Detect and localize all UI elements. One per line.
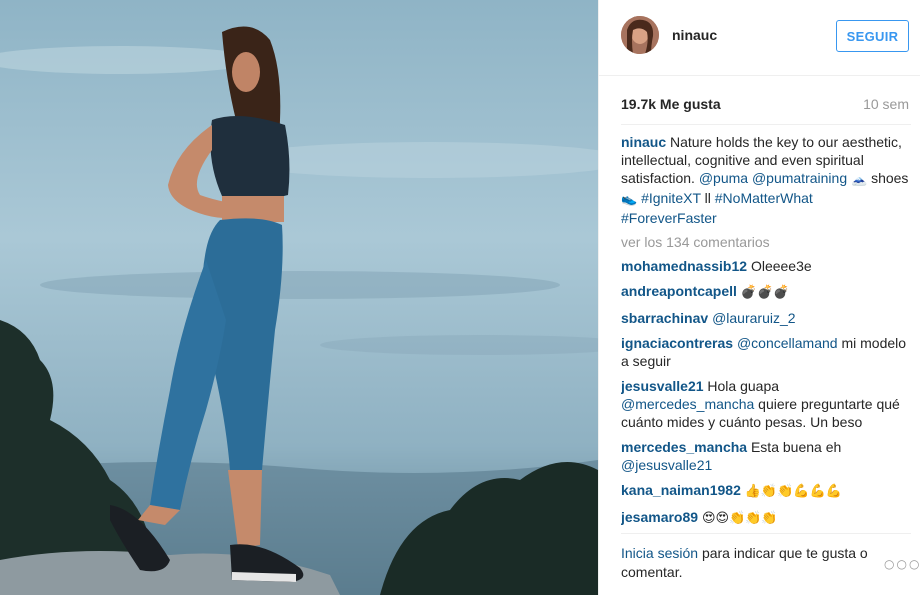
likes-count[interactable]: 19.7k Me gusta xyxy=(621,96,721,112)
comment-text: Oleeee3e xyxy=(750,258,812,274)
comment-username[interactable]: kana_naiman1982 xyxy=(621,482,741,498)
post-side-panel: ninauc SEGUIR 19.7k Me gusta 10 sem nina… xyxy=(598,0,920,595)
login-prompt: Inicia sesión para indicar que te gusta … xyxy=(621,544,876,582)
clap-emoji-icon: 👍👏👏💪💪💪 xyxy=(744,484,842,499)
hashtag-nomatterwhat[interactable]: #NoMatterWhat xyxy=(715,190,813,206)
header-username[interactable]: ninauc xyxy=(672,27,717,43)
comment: sbarrachinav @lauraruiz_2 xyxy=(621,309,911,327)
photo-illustration xyxy=(0,0,598,595)
comment-username[interactable]: sbarrachinav xyxy=(621,310,708,326)
divider xyxy=(621,124,911,125)
comment-mention[interactable]: @jesusvalle21 xyxy=(621,457,712,473)
bomb-emoji-icon: 💣💣💣 xyxy=(740,285,790,300)
post-dialog: ninauc SEGUIR 19.7k Me gusta 10 sem nina… xyxy=(0,0,920,595)
comment-mention[interactable]: @lauraruiz_2 xyxy=(712,310,795,326)
comment: kana_naiman1982 👍👏👏💪💪💪 xyxy=(621,481,911,501)
comment-username[interactable]: mohamednassib12 xyxy=(621,258,747,274)
comment: jesusvalle21 Hola guapa @mercedes_mancha… xyxy=(621,377,911,431)
post-stats: 19.7k Me gusta 10 sem xyxy=(621,96,911,116)
comment: mohamednassib12 Oleeee3e xyxy=(621,257,911,275)
caption: ninauc Nature holds the key to our aesth… xyxy=(621,133,911,227)
comment: jesamaro89 😍😍👏👏👏 xyxy=(621,508,911,526)
caption-shoes-word: shoes xyxy=(871,170,909,186)
divider xyxy=(621,533,911,534)
comment-username[interactable]: jesusvalle21 xyxy=(621,378,704,394)
avatar[interactable] xyxy=(621,16,659,54)
hashtag-ignitext[interactable]: #IgniteXT xyxy=(641,190,701,206)
login-link[interactable]: Inicia sesión xyxy=(621,545,698,561)
hashtag-foreverfaster[interactable]: #ForeverFaster xyxy=(621,210,717,226)
shoe-emoji-icon: 👟 xyxy=(621,192,638,207)
comment-username[interactable]: mercedes_mancha xyxy=(621,439,747,455)
comment: ignaciacontreras @concellamand mi modelo… xyxy=(621,334,911,370)
post-photo[interactable] xyxy=(0,0,598,595)
mountain-emoji-icon: 🗻 xyxy=(851,172,868,187)
comment-mention[interactable]: @mercedes_mancha xyxy=(621,396,754,412)
heart-eyes-emoji-icon: 😍😍👏👏👏 xyxy=(701,511,778,526)
post-time[interactable]: 10 sem xyxy=(863,96,909,112)
post-header: ninauc SEGUIR xyxy=(599,0,920,76)
comment-username[interactable]: jesamaro89 xyxy=(621,509,698,525)
comment-text-before: Hola guapa xyxy=(707,378,780,394)
view-all-comments-link[interactable]: ver los 134 comentarios xyxy=(621,234,911,250)
caption-bars: ll xyxy=(704,190,711,206)
comment-mention[interactable]: @concellamand xyxy=(737,335,838,351)
caption-username[interactable]: ninauc xyxy=(621,134,666,150)
comment: andreapontcapell 💣💣💣 xyxy=(621,282,911,302)
comment-username[interactable]: ignaciacontreras xyxy=(621,335,733,351)
mention-puma[interactable]: @puma xyxy=(699,170,748,186)
more-options-icon[interactable]: ○○○ xyxy=(884,557,920,571)
comment-text: Esta buena eh xyxy=(750,439,842,455)
comment-username[interactable]: andreapontcapell xyxy=(621,283,737,299)
comments-list[interactable]: ninauc Nature holds the key to our aesth… xyxy=(621,133,911,526)
comment: mercedes_mancha Esta buena eh @jesusvall… xyxy=(621,438,911,474)
avatar-image xyxy=(621,16,659,54)
mention-pumatraining[interactable]: @pumatraining xyxy=(752,170,847,186)
follow-button[interactable]: SEGUIR xyxy=(836,20,909,52)
